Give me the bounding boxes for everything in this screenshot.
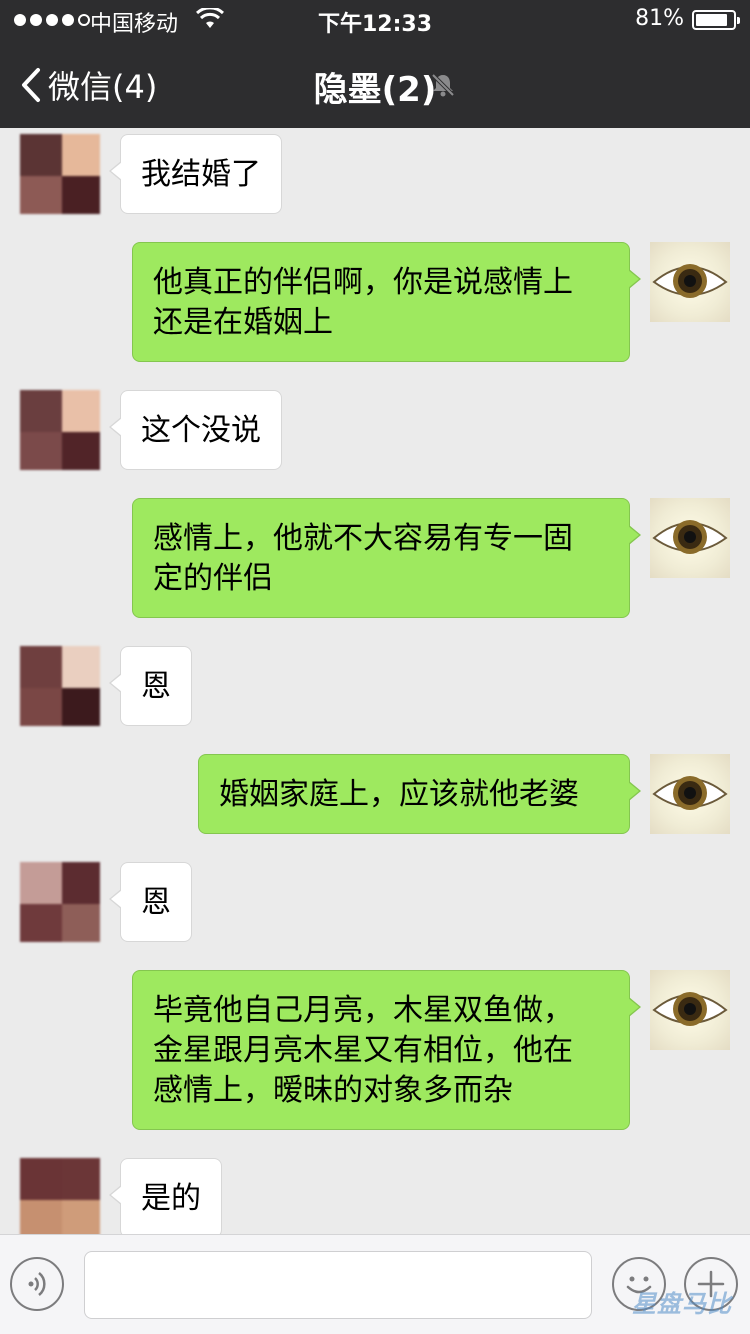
message-bubble[interactable]: 感情上，他就不大容易有专一固 定的伴侣: [132, 498, 641, 618]
bell-slash-icon: [431, 73, 455, 97]
chat-messages[interactable]: 我结婚了 他真正的伴侣啊，你是说感情上 还是在婚姻上 这个没说 感情上，他就不大…: [0, 128, 750, 1234]
watermark: 星盘马比: [632, 1290, 732, 1318]
message-text: 恩: [141, 669, 171, 704]
user-avatar[interactable]: [650, 754, 730, 834]
message-text-line: 婚姻家庭上，应该就他老婆: [219, 777, 579, 812]
message-text-line: 金星跟月亮木星又有相位，他在: [153, 1033, 573, 1068]
battery-percent: 81%: [635, 6, 684, 31]
top-bar: 中国移动 下午12:33 81% 微信(4) 隐墨(2): [0, 0, 750, 128]
user-avatar[interactable]: [650, 498, 730, 578]
contact-avatar[interactable]: [20, 862, 100, 942]
message-text-line: 毕竟他自己月亮，木星双鱼做，: [153, 993, 573, 1028]
message-bubble[interactable]: 是的: [109, 1158, 222, 1234]
message-text-line: 还是在婚姻上: [153, 305, 333, 340]
message-text-line: 感情上，他就不大容易有专一固: [153, 521, 573, 556]
message-bubble[interactable]: 他真正的伴侣啊，你是说感情上 还是在婚姻上: [132, 242, 641, 362]
contact-avatar[interactable]: [20, 390, 100, 470]
voice-button[interactable]: [10, 1257, 64, 1311]
message-bubble[interactable]: 恩: [109, 646, 192, 726]
message-bubble[interactable]: 这个没说: [109, 390, 282, 470]
message-bubble[interactable]: 恩: [109, 862, 192, 942]
chat-title[interactable]: 隐墨(2): [0, 62, 750, 111]
message-bubble[interactable]: 我结婚了: [109, 134, 282, 214]
message-bubble[interactable]: 婚姻家庭上，应该就他老婆: [198, 754, 641, 834]
status-bar: 中国移动 下午12:33 81%: [0, 0, 750, 40]
voice-icon: [28, 1272, 46, 1296]
message-text: 恩: [141, 885, 171, 920]
contact-avatar[interactable]: [20, 646, 100, 726]
user-avatar[interactable]: [650, 970, 730, 1050]
message-text: 是的: [141, 1181, 201, 1216]
message-text-line: 感情上，暧昧的对象多而杂: [153, 1073, 513, 1108]
message-input[interactable]: [84, 1251, 592, 1319]
message-text-line: 定的伴侣: [153, 561, 273, 596]
battery-icon: [692, 10, 740, 30]
message-bubble[interactable]: 毕竟他自己月亮，木星双鱼做， 金星跟月亮木星又有相位，他在 感情上，暧昧的对象多…: [132, 970, 641, 1130]
message-text: 这个没说: [141, 413, 261, 448]
contact-avatar[interactable]: [20, 134, 100, 214]
user-avatar[interactable]: [650, 242, 730, 322]
message-text-line: 他真正的伴侣啊，你是说感情上: [153, 265, 573, 300]
contact-avatar[interactable]: [20, 1158, 100, 1234]
message-text: 我结婚了: [141, 157, 261, 192]
